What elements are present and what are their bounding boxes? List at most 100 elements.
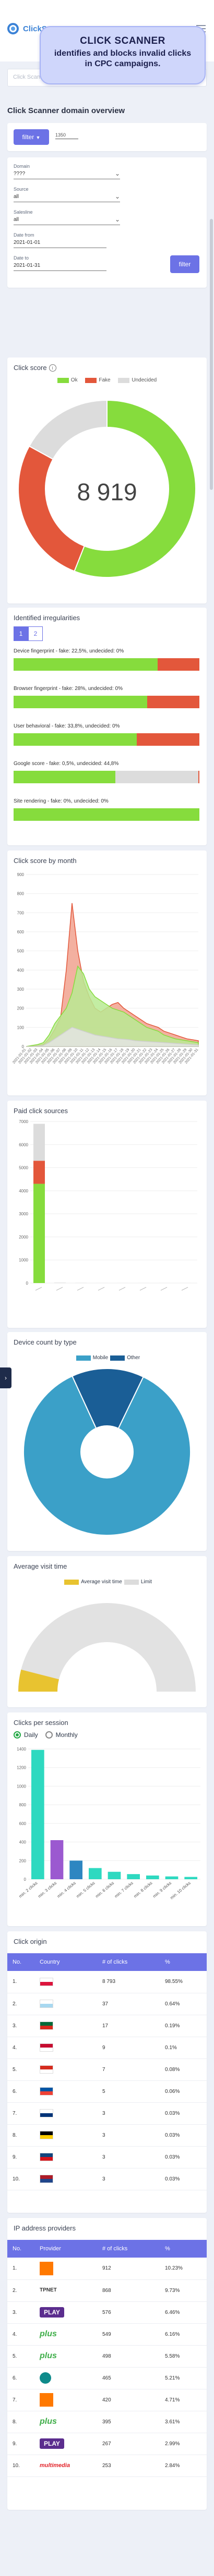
flag-icon (40, 2131, 53, 2139)
table-row[interactable]: 3. PLAY 576 6.46% (7, 2301, 207, 2324)
col-provider: Provider (34, 2240, 97, 2258)
table-row[interactable]: 9. PLAY 267 2.99% (7, 2433, 207, 2455)
info-icon[interactable]: i (49, 364, 56, 372)
legend-mobile-label[interactable]: Mobile (93, 1355, 108, 1361)
table-row[interactable]: 6. 465 5.21% (7, 2367, 207, 2389)
bar (89, 1868, 102, 1879)
row-pct: 2.84% (160, 2455, 207, 2477)
flag-icon (40, 2022, 53, 2030)
page-1-tab[interactable]: 1 (14, 626, 28, 641)
flag-icon (40, 2043, 53, 2052)
irregularity-label: Browser fingerprint - fake: 28%, undecid… (14, 686, 123, 692)
legend-limit-label[interactable]: Limit (141, 1579, 152, 1585)
table-row[interactable]: 1. 8 793 98.55% (7, 1971, 207, 1993)
legend-ok-label: Ok (70, 377, 78, 383)
filter-toggle-label: filter (22, 133, 34, 141)
click-score-title: Click score i (14, 364, 56, 372)
row-clicks: 420 (97, 2389, 160, 2411)
irregularity-bar (14, 771, 199, 783)
provider-cell: PLAY (34, 2301, 97, 2324)
source-select[interactable]: all ⌄ (14, 193, 120, 202)
table-row[interactable]: 10. 3 0.03% (7, 2168, 207, 2190)
legend-swatch (64, 1579, 79, 1585)
row-clicks: 5 (97, 2080, 160, 2103)
bar (50, 1840, 64, 1879)
table-row[interactable]: 6. 5 0.06% (7, 2080, 207, 2103)
salesline-select[interactable]: all ⌄ (14, 216, 120, 225)
legend-ok[interactable]: Ok (57, 377, 78, 383)
flag-icon (40, 1977, 53, 1986)
filter-toggle-button[interactable]: filter ▼ (14, 129, 49, 145)
row-clicks: 37 (97, 1993, 160, 2015)
provider-logo-icon: multimedia (40, 2462, 70, 2469)
table-row[interactable]: 2. TPNET 868 9.73% (7, 2279, 207, 2302)
chevron-down-icon: ▼ (35, 135, 41, 140)
table-row[interactable]: 2. 37 0.64% (7, 1993, 207, 2015)
paid-sources-title: Paid click sources (14, 1107, 68, 1115)
row-clicks: 3 (97, 2168, 160, 2190)
y-tick-label: 300 (17, 987, 25, 992)
table-row[interactable]: 5. plus 498 5.58% (7, 2345, 207, 2368)
scrollbar[interactable] (210, 219, 213, 490)
page-2-tab[interactable]: 2 (28, 626, 43, 641)
row-pct: 6.46% (160, 2301, 207, 2324)
y-tick-label: 600 (17, 930, 25, 934)
table-row[interactable]: 8. plus 395 3.61% (7, 2411, 207, 2433)
chevron-right-icon: › (5, 1374, 7, 1382)
side-panel-toggle[interactable]: › (0, 1367, 11, 1388)
bar (69, 1860, 82, 1879)
filter-button[interactable]: filter (170, 255, 199, 273)
monthly-radio[interactable]: Monthly (45, 1731, 78, 1739)
x-tick-label: min. 3 clicks (37, 1881, 57, 1899)
table-row[interactable]: 1. 912 10.23% (7, 2258, 207, 2280)
y-tick-label: 700 (17, 910, 25, 915)
date-to-input[interactable]: 2021-01-31 (14, 262, 106, 271)
salesline-label: Salesline (14, 209, 33, 215)
table-row[interactable]: 3. 17 0.19% (7, 2015, 207, 2037)
table-row[interactable]: 7. 420 4.71% (7, 2389, 207, 2411)
row-no: 9. (7, 2146, 34, 2168)
table-row[interactable]: 9. 3 0.03% (7, 2146, 207, 2168)
row-no: 8. (7, 2411, 34, 2433)
provider-cell (34, 2367, 97, 2389)
legend-visit-label[interactable]: Average visit time (81, 1579, 122, 1585)
provider-cell: plus (34, 2345, 97, 2368)
table-row[interactable]: 5. 7 0.08% (7, 2059, 207, 2081)
row-no: 1. (7, 2258, 34, 2280)
page-title: Click Scanner domain overview (7, 106, 125, 115)
table-row[interactable]: 4. plus 549 6.16% (7, 2323, 207, 2346)
irregularity-item: Google score - fake: 0,5%, undecided: 44… (14, 761, 199, 783)
salesline-value: all (14, 217, 19, 223)
domain-select[interactable]: ???? ⌄ (14, 170, 120, 179)
bar-segment-fake (147, 696, 199, 708)
irregularity-bar (14, 733, 199, 746)
legend-other-label[interactable]: Other (127, 1355, 140, 1361)
table-row[interactable]: 4. 9 0.1% (7, 2037, 207, 2059)
row-pct: 98.55% (160, 1971, 207, 1993)
row-pct: 5.58% (160, 2345, 207, 2368)
legend-undecided[interactable]: Undecided (118, 377, 157, 383)
provider-cell: plus (34, 2323, 97, 2346)
table-row[interactable]: 10. multimedia 253 2.84% (7, 2455, 207, 2477)
bar-segment-fake (136, 733, 199, 746)
country-cell (34, 2146, 97, 2168)
x-tick-mark (139, 1287, 147, 1291)
domain-label: Domain (14, 164, 30, 169)
row-no: 10. (7, 2168, 34, 2190)
date-from-input[interactable]: 2021-01-01 (14, 239, 106, 248)
code-input[interactable]: 1350 (55, 132, 78, 139)
y-tick-label: 1000 (19, 1258, 28, 1263)
irregularity-bar (14, 658, 199, 671)
x-tick-label: min. 2 clicks (18, 1881, 38, 1899)
row-no: 4. (7, 2037, 34, 2059)
legend-fake[interactable]: Fake (85, 377, 111, 383)
row-no: 6. (7, 2080, 34, 2103)
row-pct: 0.03% (160, 2124, 207, 2147)
table-row[interactable]: 7. 3 0.03% (7, 2102, 207, 2125)
row-clicks: 3 (97, 2146, 160, 2168)
row-no: 10. (7, 2455, 34, 2477)
table-row[interactable]: 8. 3 0.03% (7, 2124, 207, 2147)
period-radio-group: Daily Monthly (14, 1731, 85, 1739)
irregularity-label: User behavioral - fake: 33,8%, undecided… (14, 723, 120, 729)
daily-radio[interactable]: Daily (14, 1731, 38, 1739)
